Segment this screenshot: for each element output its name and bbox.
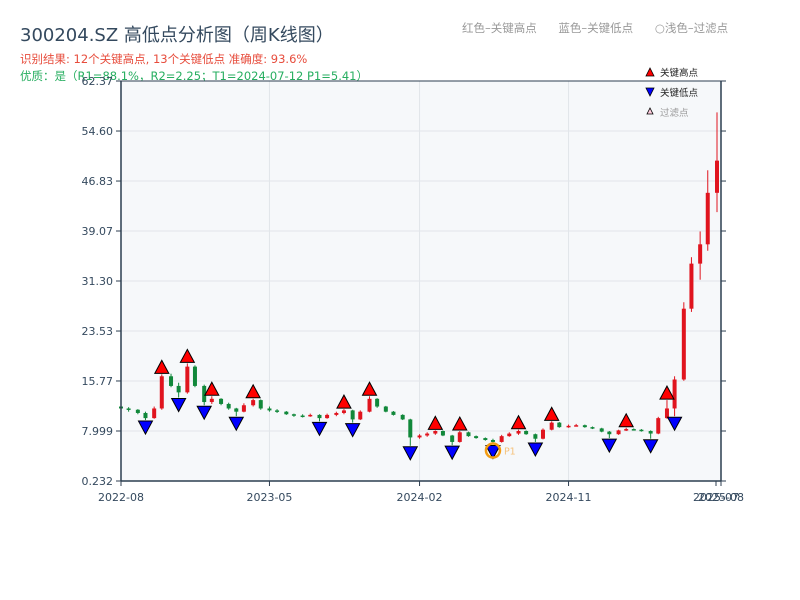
candle-body — [367, 398, 372, 412]
legend-low-label: 关键低点 — [660, 87, 699, 99]
candle-body — [689, 263, 694, 309]
y-tick-label: 0.232 — [82, 475, 114, 488]
candle-body — [317, 414, 322, 419]
y-tick-label: 31.30 — [82, 275, 114, 288]
candle-body — [566, 425, 571, 428]
y-tick-label: 7.999 — [82, 425, 114, 438]
candle-body — [664, 408, 669, 419]
candle-body — [126, 408, 131, 410]
candle-body — [474, 436, 479, 439]
candle-body — [185, 366, 190, 393]
candle-body — [557, 422, 562, 428]
x-tick-label: 2024-11 — [546, 491, 592, 504]
candle-body — [607, 431, 612, 435]
candle-body — [159, 376, 164, 409]
candle-body — [267, 408, 272, 411]
candle-body — [599, 428, 604, 432]
candle-body — [457, 432, 462, 442]
candle-body — [648, 430, 653, 434]
candle-body — [241, 405, 246, 412]
candle-body — [672, 379, 677, 409]
candle-body — [234, 408, 239, 412]
candle-body — [334, 412, 339, 415]
candle-body — [440, 430, 445, 436]
candle-body — [466, 432, 471, 437]
candle-body — [616, 430, 621, 435]
candle-body — [209, 398, 214, 403]
candle-body — [417, 435, 422, 438]
y-tick-label: 46.83 — [82, 175, 114, 188]
y-tick-label: 23.53 — [82, 325, 114, 338]
candle-body — [698, 244, 703, 264]
candle-body — [574, 425, 579, 427]
candle-body — [284, 411, 289, 415]
y-tick-label: 15.77 — [82, 375, 114, 388]
candle-body — [350, 410, 355, 420]
candle-body — [540, 429, 545, 439]
x-tick-label: 2024-02 — [397, 491, 443, 504]
candle-body — [624, 429, 629, 431]
candle-body — [169, 376, 174, 386]
candle-body — [490, 440, 495, 442]
candle-body — [681, 308, 686, 380]
highlight-label: P1 — [504, 447, 516, 458]
candle-body — [341, 410, 346, 413]
candle-body — [135, 409, 140, 413]
candle-body — [375, 398, 380, 407]
candle-body — [391, 411, 396, 415]
candle-body — [524, 430, 529, 435]
candle-body — [358, 411, 363, 420]
y-tick-label: 54.60 — [82, 125, 114, 138]
candle-body — [251, 400, 256, 406]
candle-body — [450, 435, 455, 442]
candle-body — [192, 366, 197, 386]
candle-body — [300, 415, 305, 418]
candle-body — [275, 410, 280, 412]
candle-body — [325, 414, 330, 419]
candle-body — [408, 419, 413, 438]
x-tick-label: 2023-05 — [246, 491, 292, 504]
candle-body — [433, 430, 438, 434]
candle-body — [631, 429, 636, 431]
candle-body — [219, 398, 224, 404]
x-tick-label: 2022-08 — [98, 491, 144, 504]
candle-body — [582, 425, 587, 428]
legend-filtered-label: 过滤点 — [660, 107, 689, 119]
candle-body — [483, 438, 488, 441]
candle-body — [152, 408, 157, 419]
y-tick-label: 39.07 — [82, 225, 114, 238]
candle-body — [383, 406, 388, 412]
candle-body — [639, 429, 644, 432]
candle-body — [499, 436, 504, 442]
candle-body — [590, 427, 595, 429]
candle-body — [400, 414, 405, 420]
candle-body — [549, 422, 554, 430]
x-tick-label: 2025-08 — [698, 491, 744, 504]
candle-body — [176, 385, 181, 393]
candle-body — [143, 412, 148, 419]
candle-body — [516, 430, 521, 434]
y-tick-label: 62.37 — [82, 75, 114, 88]
legend-high-label: 关键高点 — [660, 67, 699, 79]
candle-body — [705, 192, 710, 245]
candlestick-chart: P1 0.232 7.999 15.77 23.53 31.30 39.07 46.83 54… — [82, 67, 744, 504]
candle-body — [425, 433, 430, 436]
candle-body — [507, 433, 512, 437]
candle-body — [533, 434, 538, 439]
candle-body — [715, 160, 719, 193]
candle-body — [291, 414, 296, 416]
candle-body — [308, 414, 313, 417]
candle-body — [656, 418, 661, 434]
legend-high-icon — [645, 67, 655, 77]
candle-body — [258, 400, 263, 409]
candle-body — [226, 403, 231, 409]
